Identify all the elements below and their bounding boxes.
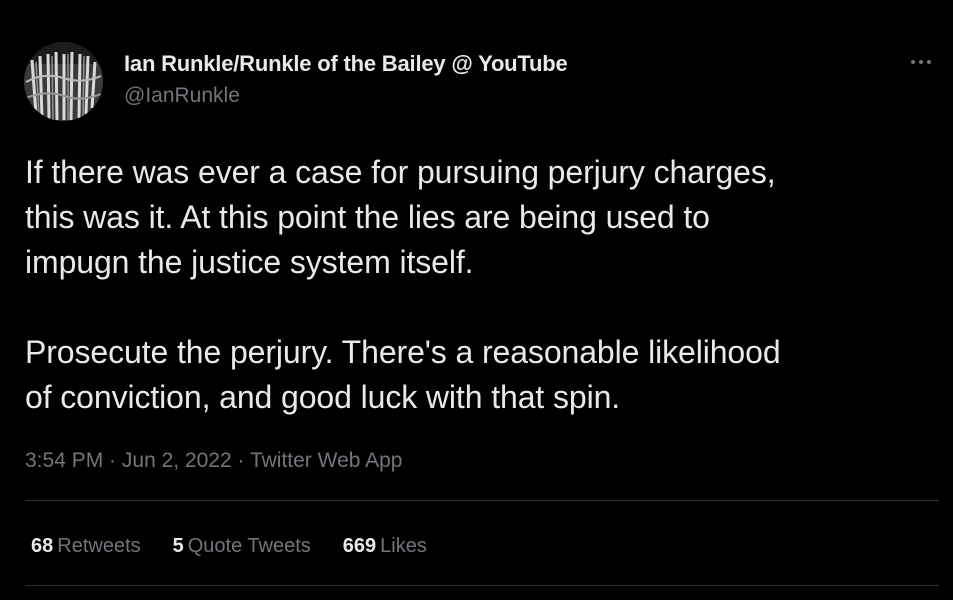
avatar[interactable] bbox=[24, 42, 103, 121]
divider bbox=[25, 585, 939, 586]
profile-photo-icon bbox=[24, 42, 103, 121]
divider bbox=[25, 500, 939, 501]
author-block: Ian Runkle/Runkle of the Bailey @ YouTub… bbox=[124, 50, 568, 110]
retweets-stat[interactable]: 68 Retweets bbox=[31, 532, 141, 560]
tweet-paragraph: Prosecute the perjury. There's a reasona… bbox=[25, 334, 781, 415]
quote-tweets-label: Quote Tweets bbox=[187, 535, 311, 557]
quote-tweets-count: 5 bbox=[172, 535, 184, 557]
tweet-text: If there was ever a case for pursuing pe… bbox=[25, 150, 940, 420]
tweet-card: Ian Runkle/Runkle of the Bailey @ YouTub… bbox=[0, 0, 953, 600]
tweet-stats: 68 Retweets 5 Quote Tweets 669 Likes bbox=[31, 532, 459, 560]
likes-stat[interactable]: 669 Likes bbox=[343, 532, 427, 560]
meta-separator: · bbox=[103, 449, 122, 472]
likes-label: Likes bbox=[380, 535, 427, 557]
tweet-paragraph: If there was ever a case for pursuing pe… bbox=[25, 154, 776, 280]
more-horizontal-icon-dot bbox=[927, 60, 931, 64]
likes-count: 669 bbox=[342, 535, 377, 557]
retweets-label: Retweets bbox=[57, 535, 141, 557]
more-options-button[interactable] bbox=[903, 50, 939, 74]
more-horizontal-icon bbox=[911, 60, 915, 64]
more-horizontal-icon-dot bbox=[919, 60, 923, 64]
author-handle[interactable]: @IanRunkle bbox=[124, 82, 568, 110]
meta-separator: · bbox=[231, 449, 250, 472]
tweet-meta: 3:54 PM · Jun 2, 2022 · Twitter Web App bbox=[25, 447, 402, 475]
tweet-source[interactable]: Twitter Web App bbox=[250, 449, 403, 472]
tweet-time[interactable]: 3:54 PM bbox=[25, 449, 103, 472]
retweets-count: 68 bbox=[31, 535, 54, 557]
author-display-name[interactable]: Ian Runkle/Runkle of the Bailey @ YouTub… bbox=[124, 50, 568, 78]
quote-tweets-stat[interactable]: 5 Quote Tweets bbox=[173, 532, 311, 560]
tweet-date[interactable]: Jun 2, 2022 bbox=[122, 449, 232, 472]
